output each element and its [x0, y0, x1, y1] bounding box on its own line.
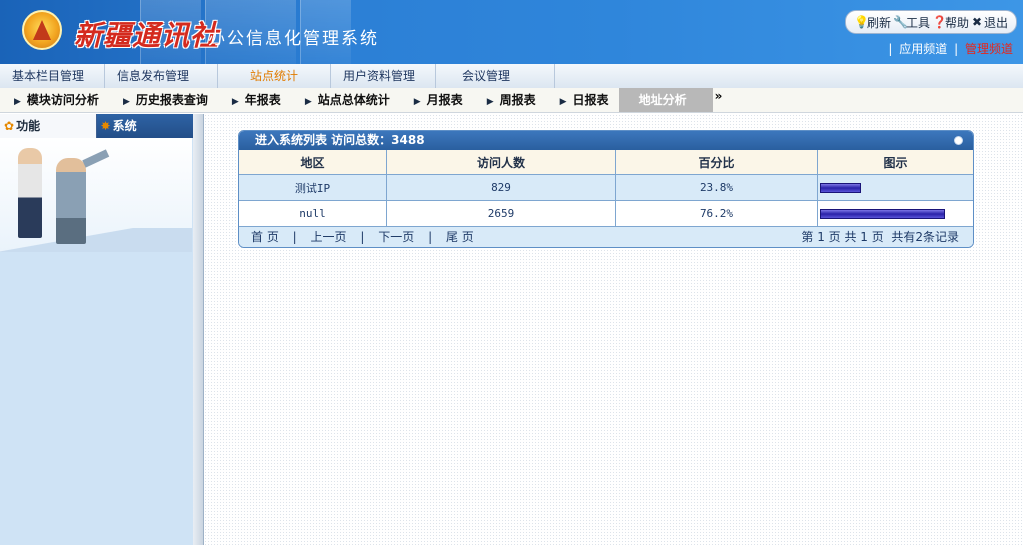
next-page-link[interactable]: 下一页: [378, 230, 414, 244]
sub-menu: ▶ 模块访问分析 ▶ 历史报表查询 ▶ 年报表 ▶ 站点总体统计 ▶ 月报表 ▶ 周报表 ▶…: [0, 88, 1023, 113]
function-icon: ✿: [4, 119, 15, 133]
person-figure: [56, 158, 86, 244]
sub-menu-item-history-report[interactable]: ▶ 历史报表查询: [109, 88, 218, 112]
triangle-right-icon: ▶: [304, 97, 312, 107]
pager-separator: |: [428, 230, 433, 244]
sidebar-tabs: ✿ 功能 ✸ 系统: [0, 114, 193, 138]
cell-visits: 2659: [386, 200, 616, 227]
help-button[interactable]: ❓ 帮助: [932, 14, 969, 31]
sub-menu-label: 月报表: [426, 93, 463, 107]
channel-links: | 应用频道 | 管理频道: [885, 40, 1013, 57]
cell-visits: 829: [386, 174, 616, 201]
person-figure: [18, 148, 42, 238]
ratio-bar: [820, 183, 861, 193]
triangle-right-icon: ▶: [559, 97, 567, 107]
sub-menu-label: 历史报表查询: [135, 93, 208, 107]
last-page-link[interactable]: 尾 页: [446, 230, 474, 244]
main-menu-item-meeting[interactable]: 会议管理: [436, 64, 555, 88]
logo-emblem: [22, 10, 62, 50]
refresh-label: 刷新: [866, 15, 891, 30]
header-toolbar: 💡 刷新 🔧 工具 ❓ 帮助 ✖ 退出: [844, 10, 1017, 34]
tab-function[interactable]: ✿ 功能: [0, 114, 97, 138]
pager-links: 首 页 | 上一页 | 下一页 | 尾 页: [251, 227, 474, 247]
tools-button[interactable]: 🔧 工具: [893, 14, 930, 31]
table-row: 测试IP 829 23.8%: [239, 174, 973, 201]
table-row: null 2659 76.2%: [239, 200, 973, 227]
cell-region: null: [239, 200, 387, 227]
tab-system-label: 系统: [112, 119, 137, 133]
wrench-icon: 🔧: [892, 15, 908, 29]
cell-chart: [817, 200, 973, 227]
panel-title: 进入系统列表 访问总数：3488: [255, 133, 425, 147]
main-content: 进入系统列表 访问总数：3488 地区 访问人数 百分比 图示 测试IP 829…: [204, 114, 1023, 545]
sub-menu-label: 模块访问分析: [26, 93, 99, 107]
refresh-button[interactable]: 💡 刷新: [854, 14, 891, 31]
sub-menu-item-annual-report[interactable]: ▶ 年报表: [218, 88, 291, 112]
manage-channel-link[interactable]: 管理频道: [965, 42, 1013, 56]
main-menu: 基本栏目管理 信息发布管理 站点统计 用户资料管理 会议管理: [0, 64, 1023, 89]
bulb-icon: 💡: [853, 15, 869, 29]
help-icon: ❓: [931, 15, 947, 29]
sub-menu-label: 周报表: [499, 93, 536, 107]
address-table: 地区 访问人数 百分比 图示 测试IP 829 23.8% null 2659 …: [239, 150, 973, 227]
cell-percent: 23.8%: [615, 174, 818, 201]
table-header-row: 地区 访问人数 百分比 图示: [239, 150, 973, 175]
collapse-icon[interactable]: [954, 136, 963, 145]
sub-menu-item-module-access[interactable]: ▶ 模块访问分析: [0, 88, 109, 112]
main-menu-item-basic-columns[interactable]: 基本栏目管理: [0, 64, 105, 88]
tab-function-label: 功能: [16, 119, 41, 133]
pager: 首 页 | 上一页 | 下一页 | 尾 页 第 1 页 共 1 页 共有2条记录: [239, 227, 973, 247]
column-header-percent: 百分比: [615, 150, 818, 175]
ratio-bar: [820, 209, 945, 219]
channel-separator: |: [888, 42, 893, 56]
first-page-link[interactable]: 首 页: [251, 230, 279, 244]
sidebar: ✿ 功能 ✸ 系统: [0, 114, 194, 545]
system-title: 办公信息化管理系统: [208, 29, 379, 49]
triangle-right-icon: ▶: [14, 97, 21, 107]
sidebar-divider[interactable]: [193, 114, 204, 545]
pager-separator: |: [360, 230, 365, 244]
triangle-right-icon: ▶: [122, 97, 130, 107]
logout-label: 退出: [983, 15, 1008, 30]
sidebar-banner-image: [0, 138, 192, 252]
brand-logo-text: 新疆通讯社: [74, 19, 220, 52]
column-header-region: 地区: [239, 150, 387, 175]
sub-menu-item-monthly-report[interactable]: ▶ 月报表: [400, 88, 473, 112]
app-channel-link[interactable]: 应用频道: [899, 42, 947, 56]
close-icon: ✖: [971, 15, 983, 29]
prev-page-link[interactable]: 上一页: [311, 230, 347, 244]
cell-region: 测试IP: [239, 174, 387, 201]
sub-menu-item-daily-report[interactable]: ▶ 日报表: [546, 88, 619, 112]
panel-title-bar: 进入系统列表 访问总数：3488: [239, 131, 973, 150]
main-menu-item-info-publish[interactable]: 信息发布管理: [105, 64, 218, 88]
sub-menu-item-address-analysis[interactable]: 地址分析: [618, 88, 713, 112]
logout-button[interactable]: ✖ 退出: [971, 14, 1008, 31]
sub-menu-label: 站点总体统计: [317, 93, 390, 107]
sub-menu-label: 日报表: [572, 93, 609, 107]
sub-menu-label: 年报表: [244, 93, 281, 107]
sub-menu-item-site-overall[interactable]: ▶ 站点总体统计: [291, 88, 400, 112]
help-label: 帮助: [944, 15, 969, 30]
column-header-visits: 访问人数: [386, 150, 616, 175]
pager-separator: |: [292, 230, 297, 244]
header-banner: 新疆通讯社 办公信息化管理系统 💡 刷新 🔧 工具 ❓ 帮助 ✖ 退出 | 应用…: [0, 0, 1023, 64]
tab-system[interactable]: ✸ 系统: [96, 114, 193, 138]
channel-separator: |: [954, 42, 959, 56]
system-icon: ✸: [100, 119, 111, 133]
main-menu-item-site-stats[interactable]: 站点统计: [218, 64, 331, 88]
column-header-chart: 图示: [817, 150, 973, 175]
sub-menu-item-weekly-report[interactable]: ▶ 周报表: [473, 88, 546, 112]
pager-status: 第 1 页 共 1 页 共有2条记录: [801, 230, 959, 244]
more-menu-chevron[interactable]: »: [715, 89, 723, 103]
access-list-panel: 进入系统列表 访问总数：3488 地区 访问人数 百分比 图示 测试IP 829…: [238, 130, 974, 248]
cell-chart: [817, 174, 973, 201]
triangle-right-icon: ▶: [413, 97, 421, 107]
triangle-right-icon: ▶: [231, 97, 239, 107]
triangle-right-icon: ▶: [486, 97, 494, 107]
main-menu-item-user-data[interactable]: 用户资料管理: [331, 64, 436, 88]
cell-percent: 76.2%: [615, 200, 818, 227]
tools-label: 工具: [905, 15, 930, 30]
